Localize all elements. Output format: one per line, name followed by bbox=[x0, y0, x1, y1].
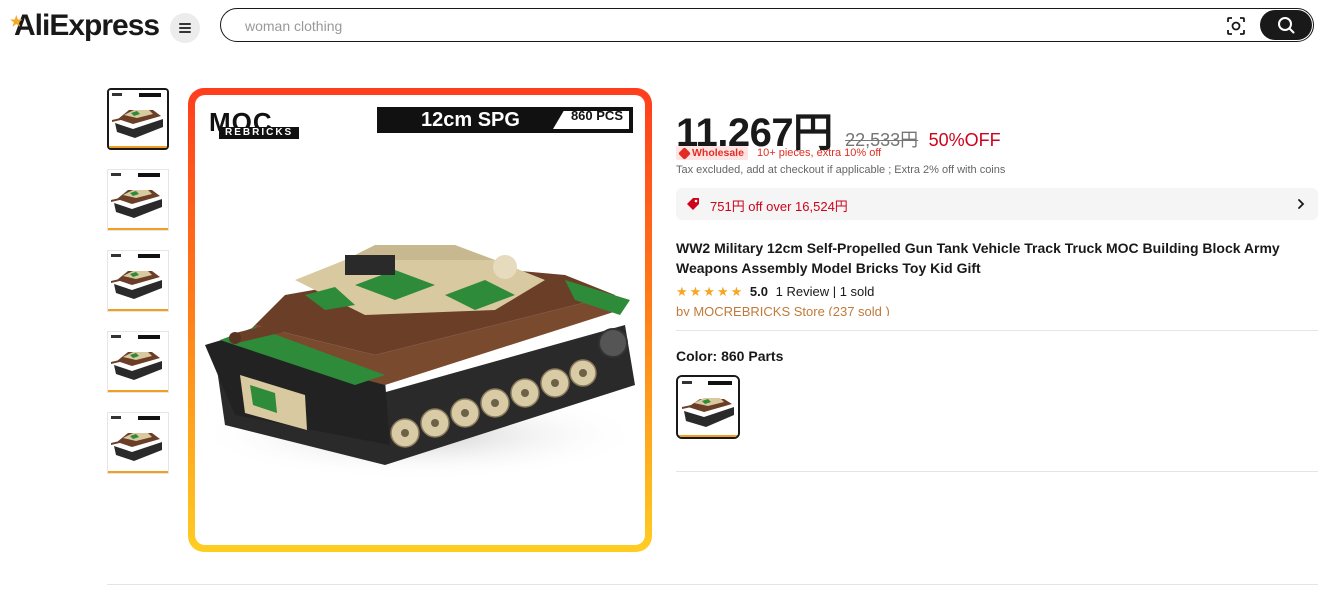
coupon-text: 751円 off over 16,524円 bbox=[710, 199, 848, 214]
review-count[interactable]: 1 Review bbox=[776, 284, 829, 298]
thumbnail-accent-line bbox=[109, 146, 167, 148]
thumbnail-4[interactable] bbox=[107, 331, 169, 393]
thumbnail-tank-image bbox=[108, 170, 166, 228]
main-image-frame: MOC REBRICKS 12cm SPG 860 PCS bbox=[188, 88, 652, 552]
discount-label: 50%OFF bbox=[928, 130, 1001, 150]
search-button[interactable] bbox=[1260, 10, 1312, 40]
rating-value: 5.0 bbox=[749, 284, 768, 298]
rating-row[interactable]: ★★★★★ 5.0 1 Review | 1 sold bbox=[676, 284, 874, 298]
sold-count: 1 sold bbox=[839, 284, 875, 298]
thumbnail-tank-image bbox=[108, 413, 166, 471]
coupon-tag-icon bbox=[687, 198, 699, 210]
color-label: Color: 860 Parts bbox=[676, 348, 784, 364]
image-search-icon[interactable] bbox=[1225, 15, 1247, 37]
thumbnail-tank-image bbox=[108, 251, 166, 309]
search-icon bbox=[1278, 17, 1295, 34]
thumbnail-accent-line bbox=[108, 309, 168, 311]
coupon-bar[interactable]: 751円 off over 16,524円 bbox=[676, 188, 1318, 220]
divider bbox=[676, 330, 1318, 331]
logo-text: AliExpress bbox=[14, 9, 160, 42]
logo-star-icon: ★ bbox=[10, 13, 23, 29]
color-swatch-860-parts[interactable] bbox=[676, 375, 740, 439]
store-link[interactable]: by MOCREBRICKS Store (237 sold ) bbox=[676, 304, 890, 316]
tag-icon bbox=[678, 147, 691, 160]
swatch-tank-image bbox=[678, 377, 738, 437]
section-divider bbox=[107, 584, 1318, 585]
chevron-right-icon bbox=[1298, 199, 1305, 209]
divider bbox=[676, 471, 1318, 472]
wholesale-text: 10+ pieces, extra 10% off bbox=[757, 147, 882, 159]
thumbnail-2[interactable] bbox=[107, 169, 169, 231]
search-input[interactable] bbox=[243, 15, 1207, 37]
wholesale-badge: Wholesale bbox=[676, 146, 748, 160]
tank-model-image bbox=[195, 245, 645, 480]
header: ★ AliExpress bbox=[0, 0, 1344, 56]
thumbnail-accent-line bbox=[108, 228, 168, 230]
thumbnail-tank-image bbox=[109, 90, 167, 148]
thumbnail-1[interactable] bbox=[107, 88, 169, 150]
thumbnail-list bbox=[107, 88, 169, 493]
tax-note: Tax excluded, add at checkout if applica… bbox=[676, 164, 1006, 176]
thumbnail-5[interactable] bbox=[107, 412, 169, 474]
thumbnail-accent-line bbox=[108, 471, 168, 473]
product-title: WW2 Military 12cm Self-Propelled Gun Tan… bbox=[676, 240, 1280, 276]
thumbnail-accent-line bbox=[108, 390, 168, 392]
wholesale-row: Wholesale 10+ pieces, extra 10% off bbox=[676, 146, 881, 160]
hamburger-icon bbox=[179, 23, 191, 33]
thumbnail-tank-image bbox=[108, 332, 166, 390]
search-bar bbox=[220, 8, 1314, 42]
thumbnail-3[interactable] bbox=[107, 250, 169, 312]
main-product-image[interactable]: MOC REBRICKS 12cm SPG 860 PCS bbox=[195, 95, 645, 545]
aliexpress-logo[interactable]: ★ AliExpress bbox=[10, 9, 160, 43]
separator: | bbox=[832, 284, 840, 298]
rating-stars-icon: ★★★★★ bbox=[676, 284, 745, 298]
wholesale-badge-label: Wholesale bbox=[692, 147, 744, 159]
menu-button[interactable] bbox=[170, 13, 200, 43]
